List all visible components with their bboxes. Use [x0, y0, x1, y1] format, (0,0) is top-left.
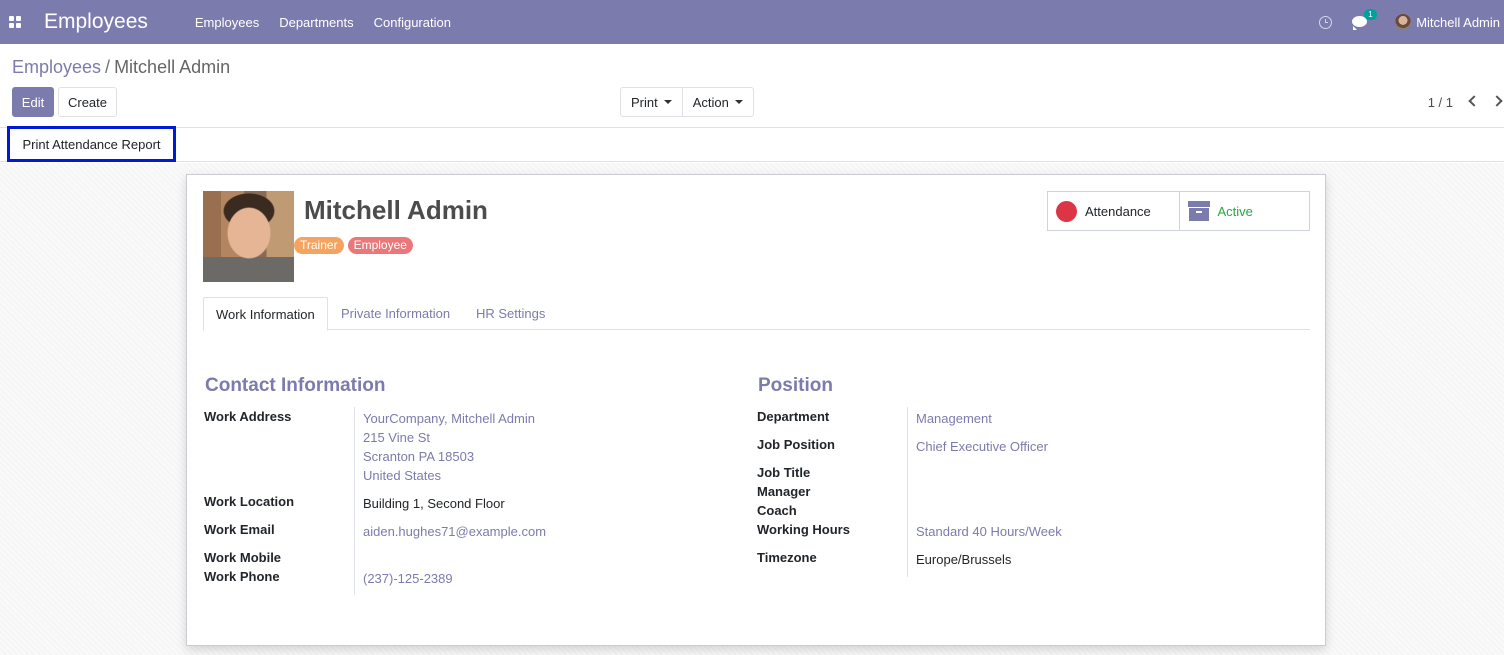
working-hours-value[interactable]: Standard 40 Hours/Week	[916, 522, 1062, 541]
chat-counter-badge: 1	[1364, 9, 1377, 20]
work-email-value[interactable]: aiden.hughes71@example.com	[363, 522, 546, 541]
chevron-left-icon[interactable]	[1468, 95, 1480, 107]
work-address-label: Work Address	[204, 409, 292, 424]
work-mobile-label: Work Mobile	[204, 550, 282, 565]
work-location-label: Work Location	[204, 494, 295, 509]
caret-down-icon	[734, 100, 743, 104]
work-address-line-2[interactable]: 215 Vine St	[363, 428, 430, 447]
work-address-line-4[interactable]: United States	[363, 466, 441, 485]
contact-information-title: Contact Information	[205, 375, 386, 396]
notebook-tabs: Work Information Private Information HR …	[203, 297, 1310, 331]
edit-button[interactable]: Edit	[12, 87, 54, 117]
active-label: Active	[1217, 203, 1253, 219]
app-title[interactable]: Employees	[44, 10, 148, 34]
breadcrumb-employees[interactable]: Employees	[12, 57, 101, 77]
form-statusbar	[0, 128, 1504, 162]
breadcrumb-separator: /	[105, 57, 111, 77]
form-sheet: Mitchell Admin Trainer Employee Attendan…	[186, 174, 1326, 646]
action-label: Action	[692, 94, 729, 110]
activity-clock-icon[interactable]	[1319, 15, 1333, 29]
create-button[interactable]: Create	[58, 87, 117, 117]
messaging-button[interactable]: 1	[1352, 9, 1377, 30]
position-title: Position	[758, 375, 833, 396]
job-title-label: Job Title	[757, 465, 811, 480]
work-email-label: Work Email	[204, 522, 275, 537]
print-attendance-report-button[interactable]: Print Attendance Report	[7, 126, 176, 162]
work-address-line-1[interactable]: YourCompany, Mitchell Admin	[363, 409, 535, 428]
department-label: Department	[757, 409, 830, 424]
tab-work-information[interactable]: Work Information	[203, 297, 328, 331]
position-divider	[907, 407, 908, 577]
print-dropdown[interactable]: Print	[621, 88, 682, 116]
work-phone-label: Work Phone	[204, 569, 280, 584]
job-position-label: Job Position	[757, 437, 835, 452]
employee-tags: Trainer Employee	[294, 237, 417, 254]
attendance-smart-button[interactable]: Attendance	[1048, 192, 1179, 230]
apps-menu-icon[interactable]	[0, 0, 24, 44]
coach-label: Coach	[757, 503, 797, 518]
work-address-line-3[interactable]: Scranton PA 18503	[363, 447, 474, 466]
caret-down-icon	[663, 100, 672, 104]
work-location-value: Building 1, Second Floor	[363, 496, 505, 511]
pager-value[interactable]: 1 / 1	[1428, 95, 1453, 110]
systray: 1 Mitchell Admin	[1319, 0, 1500, 44]
chevron-right-icon[interactable]	[1491, 95, 1503, 107]
archive-icon	[1187, 201, 1210, 221]
work-phone-value[interactable]: (237)-125-2389	[363, 569, 453, 588]
user-avatar[interactable]	[1395, 14, 1412, 30]
employee-name: Mitchell Admin	[304, 195, 488, 225]
menu-departments[interactable]: Departments	[279, 15, 353, 30]
attendance-status-icon	[1056, 200, 1077, 222]
manager-label: Manager	[757, 484, 811, 499]
attendance-label: Attendance	[1085, 203, 1151, 219]
tag-employee[interactable]: Employee	[347, 237, 413, 254]
print-label: Print	[631, 94, 658, 110]
contact-divider	[354, 407, 355, 595]
working-hours-label: Working Hours	[757, 522, 850, 537]
tag-trainer[interactable]: Trainer	[294, 237, 344, 254]
timezone-value: Europe/Brussels	[916, 552, 1012, 567]
employee-photo[interactable]	[203, 191, 294, 282]
timezone-label: Timezone	[757, 550, 817, 565]
main-menu: Employees Departments Configuration	[195, 15, 471, 30]
top-navbar: Employees Employees Departments Configur…	[0, 0, 1504, 44]
action-dropdown[interactable]: Action	[681, 88, 753, 116]
tab-hr-settings[interactable]: HR Settings	[464, 297, 557, 330]
action-menus: Print Action	[620, 87, 754, 117]
breadcrumb-current: Mitchell Admin	[114, 57, 231, 77]
department-value[interactable]: Management	[916, 409, 992, 428]
menu-employees[interactable]: Employees	[195, 15, 259, 30]
smart-button-box: Attendance Active	[1047, 191, 1310, 231]
menu-configuration[interactable]: Configuration	[374, 15, 451, 30]
tab-private-information[interactable]: Private Information	[329, 297, 462, 330]
user-menu[interactable]: Mitchell Admin	[1416, 15, 1500, 30]
active-toggle-button[interactable]: Active	[1178, 192, 1310, 230]
breadcrumb: Employees / Mitchell Admin	[12, 57, 230, 78]
job-position-value[interactable]: Chief Executive Officer	[916, 437, 1048, 456]
